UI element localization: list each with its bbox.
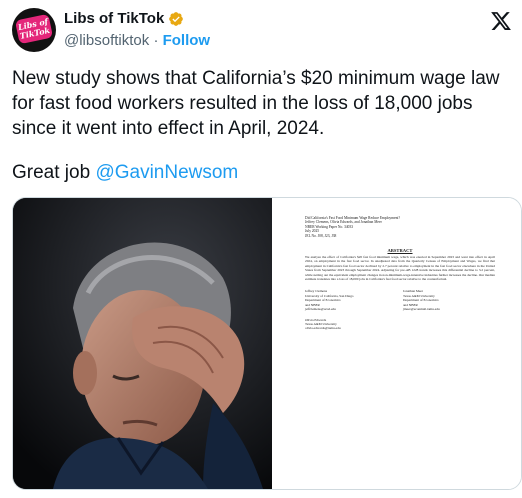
avatar-logo: Libs of TikTok: [14, 13, 54, 45]
photo-illustration: [13, 198, 272, 489]
paper-authors: Jeffrey Clemens University of California…: [305, 289, 495, 311]
mention-link[interactable]: @GavinNewsom: [95, 162, 238, 183]
author-block-2: Jonathan Meer Texas A&M University Depar…: [403, 289, 495, 311]
tweet-text: New study shows that California’s $20 mi…: [12, 66, 512, 141]
author-line: jmeer@econmail.tamu.edu: [403, 307, 440, 312]
abstract-heading: ABSTRACT: [387, 248, 413, 254]
author-line: olivia.edwards@tamu.edu: [305, 326, 341, 331]
author-block-3: Olivia Edwards Texas A&M University oliv…: [305, 318, 495, 331]
tweet-header: Libs of TikTok Libs of TikTok @libsoftik…: [12, 8, 512, 56]
paper-meta-line: JEL No. J08, J23, J38: [305, 233, 337, 238]
display-name[interactable]: Libs of TikTok: [64, 10, 164, 27]
paper-image[interactable]: Did California's Fast Food Minimum Wage …: [275, 198, 521, 489]
handle[interactable]: @libsoftiktok: [64, 32, 149, 49]
verified-badge-icon: [169, 11, 184, 26]
tweet-text-line: New study shows that California’s $20 mi…: [12, 68, 500, 89]
x-logo-icon[interactable]: [490, 10, 512, 32]
paper-content: Did California's Fast Food Minimum Wage …: [305, 216, 495, 331]
author-line: jeffclemens@ucsd.edu: [305, 307, 336, 312]
handle-row: @libsoftiktok · Follow: [64, 32, 210, 49]
tweet-text-line: since it went into effect in April, 2024…: [12, 118, 325, 139]
tweet-text-followup: Great job @GavinNewsom: [12, 160, 238, 185]
name-row: Libs of TikTok: [64, 10, 184, 27]
photo[interactable]: [13, 198, 272, 489]
author-block-1: Jeffrey Clemens University of California…: [305, 289, 397, 311]
separator: ·: [153, 32, 159, 49]
follow-button[interactable]: Follow: [163, 32, 211, 49]
avatar[interactable]: Libs of TikTok: [12, 8, 56, 52]
followup-text: Great job: [12, 162, 96, 183]
tweet-text-line: for fast food workers resulted in the lo…: [12, 93, 473, 114]
media-container[interactable]: Did California's Fast Food Minimum Wage …: [12, 197, 522, 490]
abstract-body: We analyze the effect of California's $2…: [305, 255, 495, 282]
